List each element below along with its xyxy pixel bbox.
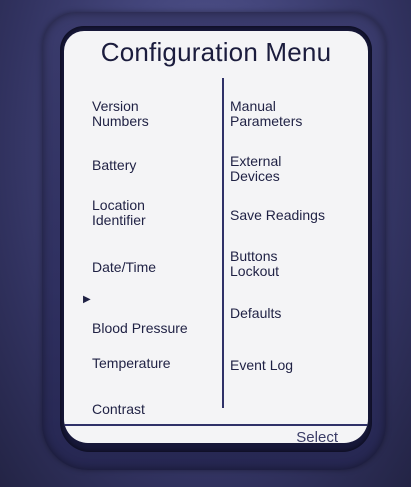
menu-item-blood-pressure[interactable]: ▶ Blood Pressure — [83, 291, 188, 336]
selection-arrow-icon: ▶ — [83, 294, 91, 305]
menu-item-label: Battery — [92, 157, 137, 173]
softkey-divider — [64, 424, 368, 426]
select-softkey[interactable]: Select — [296, 429, 338, 443]
menu-item-event-log[interactable]: Event Log — [230, 343, 293, 373]
menu-item-location-identifier[interactable]: Location Identifier — [92, 183, 146, 228]
menu-item-label: Version Numbers — [92, 98, 149, 129]
menu-item-label: Event Log — [230, 357, 294, 373]
menu-item-label: Temperature — [92, 355, 171, 371]
menu-item-defaults[interactable]: Defaults — [230, 291, 281, 321]
menu-item-label: Blood Pressure — [92, 320, 188, 336]
menu-item-label: Manual Parameters — [230, 98, 303, 129]
menu-item-label: Save Readings — [230, 207, 325, 223]
menu-item-manual-parameters[interactable]: Manual Parameters — [230, 84, 302, 129]
menu-item-label: Buttons Lockout — [230, 248, 280, 279]
menu-item-label: External Devices — [230, 153, 282, 184]
display-screen: Configuration Menu Version Numbers Batte… — [64, 31, 368, 443]
menu-item-label: Defaults — [230, 305, 282, 321]
column-divider — [222, 78, 224, 408]
menu-item-external-devices[interactable]: External Devices — [230, 139, 281, 184]
menu-item-label: Date/Time — [92, 259, 157, 275]
menu-item-date-time[interactable]: Date/Time — [92, 245, 156, 275]
menu-item-contrast[interactable]: Contrast — [92, 387, 145, 417]
menu-item-version-numbers[interactable]: Version Numbers — [92, 84, 149, 129]
menu-item-label: Location Identifier — [92, 197, 146, 228]
menu-item-temperature[interactable]: Temperature — [92, 341, 171, 371]
menu-item-label: Contrast — [92, 401, 145, 417]
menu-item-battery[interactable]: Battery — [92, 143, 136, 173]
monitor-device: Configuration Menu Version Numbers Batte… — [0, 0, 411, 487]
menu-item-save-readings[interactable]: Save Readings — [230, 193, 325, 223]
menu-item-buttons-lockout[interactable]: Buttons Lockout — [230, 234, 279, 279]
page-title: Configuration Menu — [100, 37, 332, 67]
